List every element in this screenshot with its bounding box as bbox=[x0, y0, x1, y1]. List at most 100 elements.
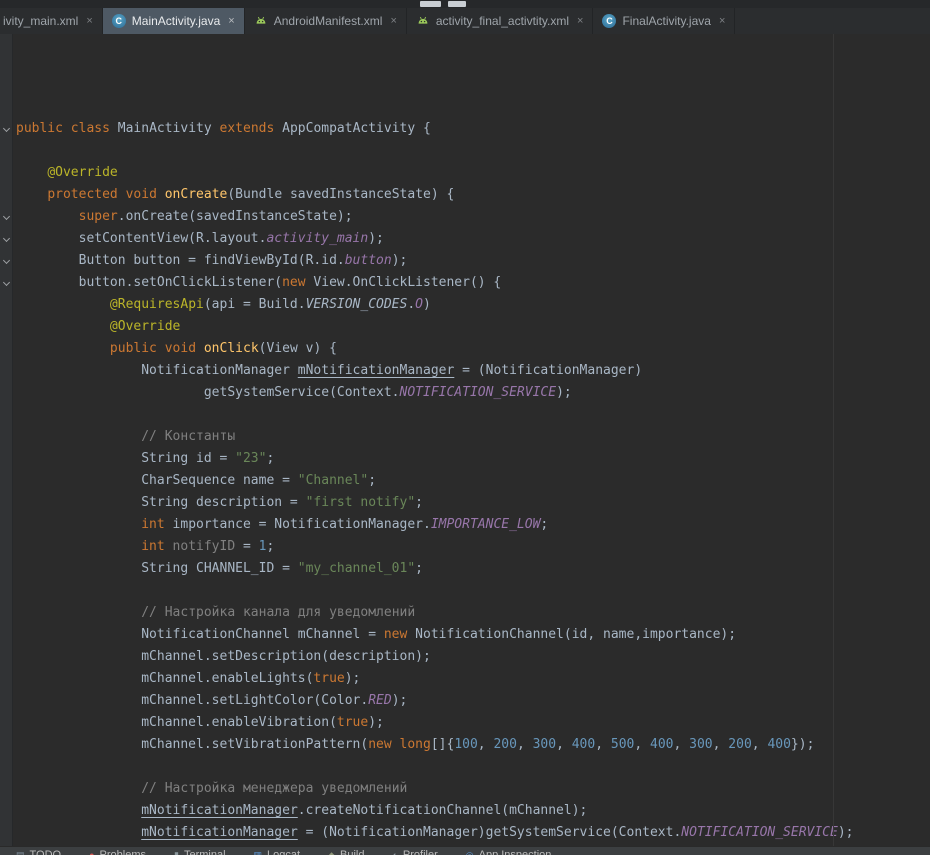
editor-tab[interactable]: CMainActivity.java× bbox=[103, 8, 245, 34]
statusbar-item-app-inspection[interactable]: ◎App Inspection bbox=[466, 849, 552, 855]
statusbar-item-todo[interactable]: ▤TODO bbox=[16, 849, 61, 855]
code-line: mChannel.setLightColor(Color.RED); bbox=[16, 690, 930, 712]
statusbar-item-label: Profiler bbox=[403, 849, 438, 855]
gutter-line bbox=[0, 52, 12, 74]
gutter-line bbox=[0, 184, 12, 206]
close-tab-icon[interactable]: × bbox=[390, 8, 396, 34]
statusbar-item-build[interactable]: ◆Build bbox=[328, 849, 364, 855]
close-tab-icon[interactable]: × bbox=[86, 8, 92, 34]
code-line bbox=[16, 404, 930, 426]
gutter-line bbox=[0, 624, 12, 646]
statusbar-item-problems[interactable]: ●Problems bbox=[89, 849, 146, 855]
tab-label: MainActivity.java bbox=[132, 8, 220, 34]
tab-label: activity_final_activtity.xml bbox=[436, 8, 569, 34]
gutter-line bbox=[0, 404, 12, 426]
titlebar-strip bbox=[0, 0, 930, 8]
chevron-down-icon bbox=[2, 278, 9, 285]
code-line: mChannel.enableLights(true); bbox=[16, 668, 930, 690]
gutter-line bbox=[0, 734, 12, 756]
gutter-line bbox=[0, 822, 12, 844]
editor: public class MainActivity extends AppCom… bbox=[0, 34, 930, 846]
gutter-line bbox=[0, 558, 12, 580]
gutter-line bbox=[0, 338, 12, 360]
tab-label: AndroidManifest.xml bbox=[274, 8, 383, 34]
app-inspection-icon: ◎ bbox=[466, 849, 474, 855]
code-line: // Настройка канала для уведомлений bbox=[16, 602, 930, 624]
code-area[interactable]: public class MainActivity extends AppCom… bbox=[13, 34, 930, 846]
code-line: mChannel.setVibrationPattern(new long[]{… bbox=[16, 734, 930, 756]
gutter-line bbox=[0, 162, 12, 184]
fold-marker[interactable] bbox=[0, 206, 12, 228]
tab-label: ivity_main.xml bbox=[3, 8, 78, 34]
code-line: mNotificationManager.createNotificationC… bbox=[16, 800, 930, 822]
profiler-icon: ◐ bbox=[392, 849, 397, 855]
gutter-line bbox=[0, 536, 12, 558]
editor-tab[interactable]: ivity_main.xml × bbox=[0, 8, 103, 34]
statusbar-item-terminal[interactable]: ▮ Terminal bbox=[174, 849, 226, 855]
fold-marker[interactable] bbox=[0, 118, 12, 140]
statusbar-item-label: Terminal bbox=[184, 849, 226, 855]
code-line: String description = "first notify"; bbox=[16, 492, 930, 514]
gutter-line bbox=[0, 96, 12, 118]
gutter-line bbox=[0, 140, 12, 162]
statusbar-item-profiler[interactable]: ◐ Profiler bbox=[392, 849, 437, 855]
code-line: @Override bbox=[16, 162, 930, 184]
fold-marker[interactable] bbox=[0, 250, 12, 272]
gutter-line bbox=[0, 470, 12, 492]
terminal-icon: ▮ bbox=[174, 849, 179, 855]
chevron-down-icon bbox=[2, 212, 9, 219]
close-tab-icon[interactable]: × bbox=[577, 8, 583, 34]
code-line: @Override bbox=[16, 316, 930, 338]
code-line: getSystemService(Context.NOTIFICATION_SE… bbox=[16, 382, 930, 404]
gutter-line bbox=[0, 602, 12, 624]
gutter bbox=[0, 34, 13, 846]
chevron-down-icon bbox=[2, 234, 9, 241]
tab-bar: ivity_main.xml×CMainActivity.java×Androi… bbox=[0, 8, 930, 34]
build-icon: ◆ bbox=[328, 849, 335, 855]
statusbar-item-label: Problems bbox=[100, 849, 146, 855]
code-line: setContentView(R.layout.activity_main); bbox=[16, 228, 930, 250]
gutter-line bbox=[0, 382, 12, 404]
todo-icon: ▤ bbox=[16, 849, 25, 855]
code-line: mChannel.setDescription(description); bbox=[16, 646, 930, 668]
code-line: protected void onCreate(Bundle savedInst… bbox=[16, 184, 930, 206]
tab-label: FinalActivity.java bbox=[622, 8, 710, 34]
gutter-line bbox=[0, 426, 12, 448]
gutter-line bbox=[0, 756, 12, 778]
ide-window: ivity_main.xml×CMainActivity.java×Androi… bbox=[0, 0, 930, 855]
code-line: String CHANNEL_ID = "my_channel_01"; bbox=[16, 558, 930, 580]
chevron-down-icon bbox=[2, 256, 9, 263]
code-line: // Константы bbox=[16, 426, 930, 448]
statusbar-item-logcat[interactable]: ▥Logcat bbox=[254, 849, 301, 855]
gutter-line bbox=[0, 448, 12, 470]
gutter-line bbox=[0, 778, 12, 800]
code-line: NotificationManager mNotificationManager… bbox=[16, 360, 930, 382]
close-tab-icon[interactable]: × bbox=[228, 8, 234, 34]
code-line: public class MainActivity extends AppCom… bbox=[16, 118, 930, 140]
gutter-line bbox=[0, 74, 12, 96]
code-line: // Настройка менеджера уведомлений bbox=[16, 778, 930, 800]
close-tab-icon[interactable]: × bbox=[719, 8, 725, 34]
gutter-line bbox=[0, 668, 12, 690]
logcat-icon: ▥ bbox=[254, 849, 263, 855]
gutter-line bbox=[0, 646, 12, 668]
fold-marker[interactable] bbox=[0, 272, 12, 294]
editor-tab[interactable]: activity_final_activtity.xml × bbox=[407, 8, 594, 34]
java-class-icon: C bbox=[602, 14, 616, 28]
editor-tab[interactable]: C FinalActivity.java × bbox=[593, 8, 735, 34]
gutter-line bbox=[0, 712, 12, 734]
code-line: CharSequence name = "Channel"; bbox=[16, 470, 930, 492]
code-line: public void onClick(View v) { bbox=[16, 338, 930, 360]
code-line: mNotificationManager = (NotificationMana… bbox=[16, 822, 930, 844]
status-bar: ▤TODO ●Problems ▮ Terminal ▥Logcat ◆Build ◐ Pro… bbox=[0, 846, 930, 855]
gutter-line bbox=[0, 514, 12, 536]
editor-tab[interactable]: AndroidManifest.xml × bbox=[245, 8, 407, 34]
fold-marker[interactable] bbox=[0, 228, 12, 250]
toolbar-remnant bbox=[420, 1, 441, 7]
code-line bbox=[16, 756, 930, 778]
code-line: mChannel.enableVibration(true); bbox=[16, 712, 930, 734]
right-margin-guide bbox=[833, 34, 834, 846]
code-line: button.setOnClickListener(new View.OnCli… bbox=[16, 272, 930, 294]
code-line: NotificationChannel mChannel = new Notif… bbox=[16, 624, 930, 646]
chevron-down-icon bbox=[2, 124, 9, 131]
